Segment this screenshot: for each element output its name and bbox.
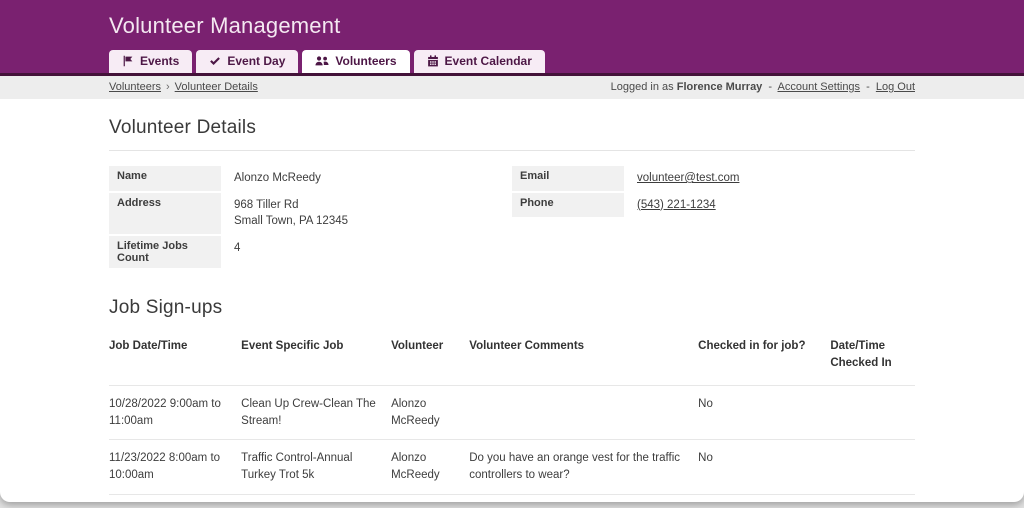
account-settings-link[interactable]: Account Settings: [778, 81, 861, 93]
cell-job-datetime: 10/28/2022 9:00am to 11:00am: [109, 396, 241, 431]
breadcrumb-separator: ›: [166, 81, 170, 93]
main-content: Volunteer Details Name Alonzo McReedy Ad…: [109, 99, 915, 502]
cell-volunteer-comments: [469, 396, 698, 431]
field-value: 4: [221, 236, 240, 268]
field-label: Phone: [512, 193, 624, 218]
details-right-column: Email volunteer@test.com Phone (543) 221…: [512, 166, 915, 219]
separator: -: [768, 81, 772, 93]
tab-event-day[interactable]: Event Day: [196, 50, 298, 73]
phone-link[interactable]: (543) 221-1234: [637, 199, 716, 211]
cell-volunteer-comments: Do you have an orange vest for the traff…: [469, 450, 698, 485]
page: Volunteer Management Events Event Day Vo…: [0, 0, 1024, 502]
cell-checked-in: No: [698, 396, 830, 431]
col-header-job-datetime: Job Date/Time: [109, 338, 241, 373]
app-title: Volunteer Management: [109, 13, 915, 39]
field-label: Name: [109, 166, 221, 191]
tab-label: Event Calendar: [445, 54, 532, 68]
volunteer-details: Name Alonzo McReedy Address 968 Tiller R…: [109, 166, 915, 270]
field-label: Address: [109, 193, 221, 234]
tab-event-calendar[interactable]: Event Calendar: [414, 50, 545, 73]
check-icon: [209, 55, 221, 67]
field-email: Email volunteer@test.com: [512, 166, 915, 191]
cell-datetime-checked-in: [830, 396, 915, 431]
breadcrumb-volunteers-link[interactable]: Volunteers: [109, 81, 161, 93]
breadcrumb-bar: Volunteers › Volunteer Details Logged in a…: [0, 76, 1024, 99]
email-link[interactable]: volunteer@test.com: [637, 172, 739, 184]
breadcrumb: Volunteers › Volunteer Details: [109, 81, 258, 93]
tab-volunteers[interactable]: Volunteers: [302, 50, 409, 73]
separator: -: [866, 81, 870, 93]
cell-datetime-checked-in: [830, 450, 915, 485]
field-address: Address 968 Tiller Rd Small Town, PA 123…: [109, 193, 512, 234]
table-row: 11/23/2022 8:00am to 10:00am Traffic Con…: [109, 439, 915, 494]
cell-event-specific-job: Traffic Control-Annual Turkey Trot 5k: [241, 450, 391, 485]
cell-volunteer: Alonzo McReedy: [391, 450, 469, 485]
cell-job-datetime: 11/23/2022 8:00am to 10:00am: [109, 450, 241, 485]
cell-event-specific-job: Clean Up Crew-Clean The Stream!: [241, 396, 391, 431]
logged-in-user: Florence Murray: [677, 81, 763, 93]
col-header-checked-in: Checked in for job?: [698, 338, 830, 373]
users-icon: [315, 55, 329, 67]
page-title: Volunteer Details: [109, 117, 915, 139]
tab-label: Event Day: [227, 54, 285, 68]
field-value: Alonzo McReedy: [221, 166, 321, 191]
calendar-icon: [427, 55, 439, 67]
field-label: Email: [512, 166, 624, 191]
field-lifetime-jobs-count: Lifetime Jobs Count 4: [109, 236, 512, 268]
field-name: Name Alonzo McReedy: [109, 166, 512, 191]
session-info: Logged in as Florence Murray - Account S…: [611, 81, 915, 93]
details-left-column: Name Alonzo McReedy Address 968 Tiller R…: [109, 166, 512, 270]
col-header-event-specific-job: Event Specific Job: [241, 338, 391, 373]
tab-events[interactable]: Events: [109, 50, 192, 73]
flag-icon: [122, 55, 134, 67]
field-label: Lifetime Jobs Count: [109, 236, 221, 268]
logged-in-prefix: Logged in as: [611, 81, 674, 93]
tab-label: Volunteers: [335, 54, 396, 68]
log-out-link[interactable]: Log Out: [876, 81, 915, 93]
tab-label: Events: [140, 54, 179, 68]
breadcrumb-volunteer-details-link[interactable]: Volunteer Details: [175, 81, 258, 93]
field-value: 968 Tiller Rd Small Town, PA 12345: [221, 193, 348, 234]
jobs-section-title: Job Sign-ups: [109, 297, 915, 319]
cell-checked-in: No: [698, 450, 830, 485]
app-banner: Volunteer Management Events Event Day Vo…: [0, 0, 1024, 76]
job-signups-table: Job Date/Time Event Specific Job Volunte…: [109, 332, 915, 502]
table-header-row: Job Date/Time Event Specific Job Volunte…: [109, 332, 915, 385]
field-phone: Phone (543) 221-1234: [512, 193, 915, 218]
divider: [109, 150, 915, 151]
col-header-volunteer-comments: Volunteer Comments: [469, 338, 698, 373]
col-header-volunteer: Volunteer: [391, 338, 469, 373]
table-row: 12/16/2022 9:00am to 1:30pm Donations-Fo…: [109, 494, 915, 502]
table-row: 10/28/2022 9:00am to 11:00am Clean Up Cr…: [109, 385, 915, 440]
cell-volunteer: Alonzo McReedy: [391, 396, 469, 431]
col-header-datetime-checked-in: Date/Time Checked In: [830, 338, 915, 373]
main-nav: Events Event Day Volunteers Event Calend…: [109, 50, 915, 73]
